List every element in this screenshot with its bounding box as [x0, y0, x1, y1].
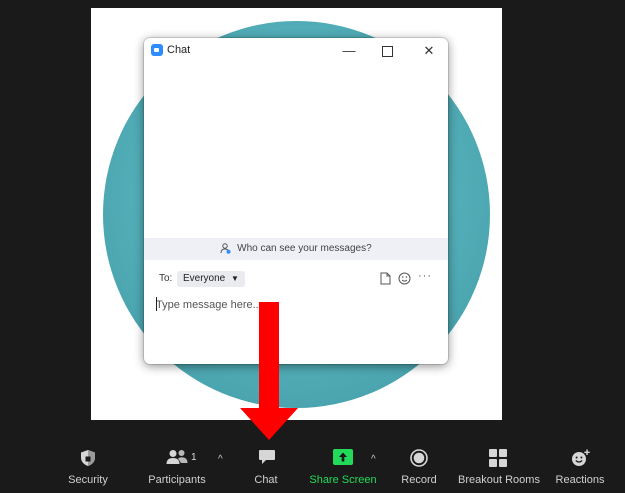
text-cursor: [156, 297, 157, 311]
breakout-rooms-grid-icon: [489, 449, 507, 467]
recipient-dropdown[interactable]: Everyone ▼: [177, 271, 245, 287]
emoji-icon[interactable]: [398, 272, 411, 285]
security-label: Security: [68, 474, 108, 486]
record-icon: [410, 449, 428, 467]
record-button[interactable]: Record: [396, 440, 442, 493]
maximize-icon: [381, 46, 393, 58]
maximize-button[interactable]: [374, 40, 400, 62]
minimize-icon: —: [342, 43, 356, 58]
share-screen-button[interactable]: Share Screen: [308, 440, 378, 493]
participant-count: 1: [191, 452, 197, 463]
security-button[interactable]: Security: [60, 440, 116, 493]
recipient-row: To: Everyone ▼ ···: [144, 268, 448, 290]
record-label: Record: [401, 474, 437, 486]
minimize-button[interactable]: —: [336, 40, 362, 62]
meeting-toolbar: Security 1 Participants ^ Chat Share Scr…: [0, 440, 625, 493]
participants-icon: [166, 450, 188, 464]
participants-label: Participants: [148, 474, 206, 486]
share-chevron-up-icon[interactable]: ^: [371, 454, 376, 465]
more-options-icon[interactable]: ···: [418, 270, 432, 282]
chevron-down-icon: ▼: [231, 274, 239, 283]
chat-button[interactable]: Chat: [246, 440, 286, 493]
close-icon: ✕: [423, 43, 435, 58]
visibility-notice[interactable]: Who can see your messages?: [144, 238, 448, 260]
chat-window-title: Chat: [167, 44, 191, 56]
share-screen-icon: [333, 449, 353, 465]
reactions-button[interactable]: Reactions: [553, 440, 607, 493]
reactions-emoji-icon: [572, 449, 590, 466]
participants-button[interactable]: 1 Participants: [142, 440, 212, 493]
file-icon[interactable]: [380, 272, 391, 285]
chat-titlebar[interactable]: Chat — ✕: [144, 38, 448, 64]
shield-icon: [81, 450, 95, 466]
to-label: To:: [159, 273, 173, 284]
reactions-label: Reactions: [555, 474, 605, 486]
person-visibility-icon: [220, 243, 231, 254]
share-screen-label: Share Screen: [309, 474, 377, 486]
close-button[interactable]: ✕: [416, 40, 442, 62]
visibility-notice-text: Who can see your messages?: [237, 243, 372, 254]
breakout-rooms-label: Breakout Rooms: [458, 474, 540, 486]
red-arrow-annotation: [240, 302, 298, 440]
breakout-rooms-button[interactable]: Breakout Rooms: [456, 440, 542, 493]
chat-bubble-icon: [259, 450, 275, 464]
zoom-app-icon: [151, 44, 163, 56]
participants-chevron-up-icon[interactable]: ^: [218, 454, 223, 465]
recipient-value: Everyone: [183, 273, 226, 284]
chat-label: Chat: [254, 474, 278, 486]
